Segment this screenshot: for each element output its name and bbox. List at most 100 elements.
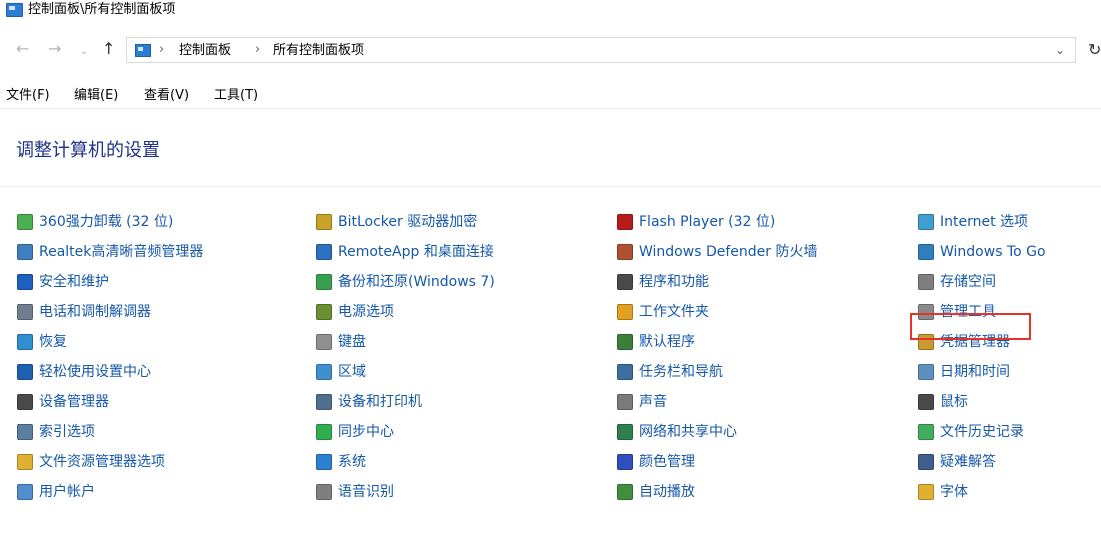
clock-icon — [918, 364, 934, 380]
navigation-bar: ← → ⌄ ↑ › 控制面板 › 所有控制面板项 ⌄ ↻ — [0, 36, 1101, 66]
control-panel-item[interactable]: 设备管理器 — [17, 392, 109, 412]
control-panel-item-label: 网络和共享中心 — [639, 424, 737, 440]
breadcrumb-all-items[interactable]: 所有控制面板项 — [273, 42, 364, 59]
address-bar[interactable]: › 控制面板 › 所有控制面板项 ⌄ — [126, 37, 1076, 63]
control-panel-item-label: 电源选项 — [338, 304, 394, 320]
control-panel-item[interactable]: 网络和共享中心 — [617, 422, 737, 442]
control-panel-item[interactable]: 轻松使用设置中心 — [17, 362, 151, 382]
control-panel-item[interactable]: 声音 — [617, 392, 667, 412]
troubleshooting-icon — [918, 454, 934, 470]
system-icon — [316, 454, 332, 470]
control-panel-item[interactable]: 索引选项 — [17, 422, 95, 442]
control-panel-item[interactable]: BitLocker 驱动器加密 — [316, 212, 477, 232]
breadcrumb-separator-icon: › — [159, 42, 165, 57]
firewall-icon — [617, 244, 633, 260]
menu-view[interactable]: 查看(V) — [144, 88, 189, 104]
control-panel-item-label: Internet 选项 — [940, 214, 1029, 230]
control-panel-item-label: 颜色管理 — [639, 454, 695, 470]
control-panel-item[interactable]: 日期和时间 — [918, 362, 1010, 382]
up-arrow-icon[interactable]: ↑ — [102, 39, 115, 59]
control-panel-item-label: 任务栏和导航 — [639, 364, 723, 380]
highlight-box — [910, 313, 1031, 340]
user-accounts-icon — [17, 484, 33, 500]
uninstall-icon — [17, 214, 33, 230]
control-panel-item[interactable]: 字体 — [918, 482, 968, 502]
control-panel-item[interactable]: 颜色管理 — [617, 452, 695, 472]
internet-options-icon — [918, 214, 934, 230]
control-panel-item-label: 设备管理器 — [39, 394, 109, 410]
menu-file[interactable]: 文件(F) — [6, 88, 50, 104]
control-panel-item[interactable]: 设备和打印机 — [316, 392, 422, 412]
control-panel-item-label: 默认程序 — [639, 334, 695, 350]
folder-options-icon — [17, 454, 33, 470]
phone-modem-icon — [17, 304, 33, 320]
control-panel-item[interactable]: 区域 — [316, 362, 366, 382]
forward-arrow-icon[interactable]: → — [48, 39, 61, 59]
default-programs-icon — [617, 334, 633, 350]
control-panel-item[interactable]: 程序和功能 — [617, 272, 709, 292]
control-panel-item-label: 键盘 — [338, 334, 366, 350]
control-panel-item-label: 恢复 — [39, 334, 67, 350]
control-panel-item[interactable]: 用户帐户 — [17, 482, 95, 502]
control-panel-item-label: 用户帐户 — [39, 484, 95, 500]
control-panel-item[interactable]: Internet 选项 — [918, 212, 1028, 232]
remoteapp-icon — [316, 244, 332, 260]
bitlocker-icon — [316, 214, 332, 230]
control-panel-item[interactable]: 存储空间 — [918, 272, 996, 292]
control-panel-item[interactable]: 系统 — [316, 452, 366, 472]
control-panel-item[interactable]: 文件资源管理器选项 — [17, 452, 165, 472]
control-panel-item[interactable]: 文件历史记录 — [918, 422, 1024, 442]
device-manager-icon — [17, 394, 33, 410]
control-panel-item-label: 声音 — [639, 394, 667, 410]
control-panel-item[interactable]: 默认程序 — [617, 332, 695, 352]
control-panel-item[interactable]: 360强力卸载 (32 位) — [17, 212, 173, 232]
control-panel-item[interactable]: 鼠标 — [918, 392, 968, 412]
divider — [0, 186, 1101, 187]
control-panel-item[interactable]: 自动播放 — [617, 482, 695, 502]
window-title: 控制面板\所有控制面板项 — [28, 2, 176, 17]
control-panel-item[interactable]: 备份和还原(Windows 7) — [316, 272, 495, 292]
menu-tools[interactable]: 工具(T) — [214, 88, 258, 104]
control-panel-item-label: 区域 — [338, 364, 366, 380]
control-panel-item-label: 语音识别 — [338, 484, 394, 500]
control-panel-item[interactable]: Windows Defender 防火墙 — [617, 242, 817, 262]
control-panel-item[interactable]: Flash Player (32 位) — [617, 212, 775, 232]
autoplay-icon — [617, 484, 633, 500]
control-panel-item[interactable]: Windows To Go — [918, 242, 1046, 262]
control-panel-item[interactable]: 键盘 — [316, 332, 366, 352]
control-panel-item-label: 存储空间 — [940, 274, 996, 290]
control-panel-item[interactable]: Realtek高清晰音频管理器 — [17, 242, 203, 262]
control-panel-item[interactable]: 语音识别 — [316, 482, 394, 502]
control-panel-item-label: BitLocker 驱动器加密 — [338, 214, 478, 230]
control-panel-item[interactable]: 任务栏和导航 — [617, 362, 723, 382]
network-icon — [617, 424, 633, 440]
control-panel-item-label: 同步中心 — [338, 424, 394, 440]
control-panel-item-label: Windows To Go — [940, 244, 1046, 260]
back-arrow-icon[interactable]: ← — [16, 39, 29, 59]
control-panel-item[interactable]: 安全和维护 — [17, 272, 109, 292]
control-panel-item-label: 轻松使用设置中心 — [39, 364, 151, 380]
control-panel-item-label: 索引选项 — [39, 424, 95, 440]
control-panel-item[interactable]: 工作文件夹 — [617, 302, 709, 322]
control-panel-item[interactable]: 疑难解答 — [918, 452, 996, 472]
control-panel-item-label: Flash Player (32 位) — [639, 214, 776, 230]
refresh-icon[interactable]: ↻ — [1088, 40, 1101, 59]
control-panel-item[interactable]: RemoteApp 和桌面连接 — [316, 242, 494, 262]
menu-edit[interactable]: 编辑(E) — [74, 88, 118, 104]
control-panel-item-label: 设备和打印机 — [338, 394, 422, 410]
address-dropdown-icon[interactable]: ⌄ — [1055, 43, 1065, 57]
control-panel-item-label: 电话和调制解调器 — [39, 304, 151, 320]
taskbar-icon — [617, 364, 633, 380]
ease-of-access-icon — [17, 364, 33, 380]
control-panel-item[interactable]: 电源选项 — [316, 302, 394, 322]
control-panel-item[interactable]: 恢复 — [17, 332, 67, 352]
color-management-icon — [617, 454, 633, 470]
recent-locations-icon[interactable]: ⌄ — [80, 42, 88, 62]
flag-icon — [17, 274, 33, 290]
power-icon — [316, 304, 332, 320]
control-panel-item[interactable]: 电话和调制解调器 — [17, 302, 151, 322]
breadcrumb-control-panel[interactable]: 控制面板 — [179, 42, 231, 59]
control-panel-item[interactable]: 同步中心 — [316, 422, 394, 442]
work-folders-icon — [617, 304, 633, 320]
windows-to-go-icon — [918, 244, 934, 260]
